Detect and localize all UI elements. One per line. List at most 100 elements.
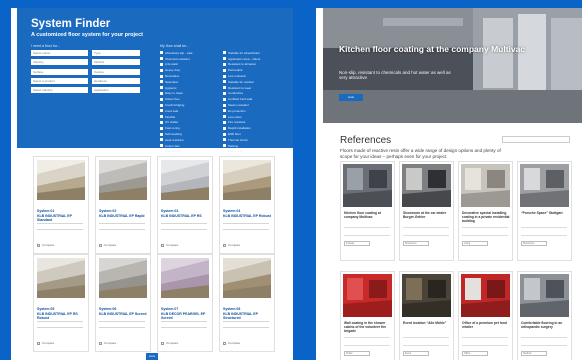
finder-select[interactable]: Hardness	[92, 77, 140, 84]
reference-card[interactable]: Office of a premium pet food retailer Off…	[458, 271, 513, 360]
checkbox-icon[interactable]	[160, 68, 163, 72]
reference-image[interactable]	[461, 164, 510, 207]
product-image[interactable]	[223, 258, 271, 298]
compare-checkbox[interactable]: Compare	[223, 243, 240, 247]
product-image[interactable]	[37, 160, 85, 200]
checkbox-icon[interactable]	[223, 57, 226, 61]
product-card[interactable]: System 07 KLB DECOR PEARGEL EP Screed Comp…	[157, 254, 213, 352]
product-name[interactable]: KLB INDUSTRIAL EP Rapid	[99, 214, 147, 218]
product-card[interactable]: System 04 KLB INDUSTRIAL EP Robust Compare	[219, 156, 275, 254]
reference-title[interactable]: Kitchen floor coating at company Multiva…	[344, 211, 393, 219]
checkbox-icon[interactable]	[160, 57, 163, 61]
checkbox-icon[interactable]	[160, 126, 163, 130]
checkbox-icon[interactable]	[160, 132, 163, 136]
checkbox-icon[interactable]	[99, 341, 102, 345]
checkbox-icon[interactable]	[223, 120, 226, 124]
checkbox-icon[interactable]	[223, 97, 226, 101]
reference-tag[interactable]: Event	[403, 351, 429, 356]
reference-image[interactable]	[402, 274, 451, 317]
reference-tag[interactable]: Medical	[521, 351, 547, 356]
checkbox-icon[interactable]	[160, 91, 163, 95]
product-image[interactable]	[161, 160, 209, 200]
checkbox-icon[interactable]	[160, 103, 163, 107]
checkbox-icon[interactable]	[223, 138, 226, 142]
reference-tag[interactable]: Industry	[344, 241, 370, 246]
product-name[interactable]: KLB INDUSTRIAL EP RS Robust	[37, 312, 85, 320]
checkbox-icon[interactable]	[161, 341, 164, 345]
checkbox-icon[interactable]	[223, 115, 226, 119]
finder-select[interactable]: Select option	[31, 50, 88, 56]
product-card[interactable]: System 08 KLB INDUSTRIAL EP Structured Com…	[219, 254, 275, 352]
product-card[interactable]: System 02 KLB INDUSTRIAL EP Rapid Compare	[95, 156, 151, 254]
compare-checkbox[interactable]: Compare	[161, 243, 178, 247]
checkbox-icon[interactable]	[223, 243, 226, 247]
reference-image[interactable]	[402, 164, 451, 207]
checkbox-icon[interactable]	[223, 51, 226, 55]
product-name[interactable]: KLB INDUSTRIAL EP Robust	[223, 214, 271, 218]
checkbox-icon[interactable]	[160, 51, 163, 55]
checkbox-icon[interactable]	[223, 144, 226, 148]
finder-select[interactable]: Industry	[31, 59, 88, 66]
reference-image[interactable]	[520, 164, 569, 207]
finder-select[interactable]: Surface	[31, 68, 88, 75]
checkbox-icon[interactable]	[160, 115, 163, 119]
checkbox-icon[interactable]	[223, 80, 226, 84]
finder-select[interactable]: Texture	[92, 68, 140, 75]
checkbox-icon[interactable]	[160, 86, 163, 90]
checkbox-icon[interactable]	[160, 62, 163, 66]
reference-card[interactable]: Comfortable flooring in an orthopaedic s…	[517, 271, 572, 360]
reference-image[interactable]	[461, 274, 510, 317]
finder-select[interactable]: Type	[92, 50, 140, 56]
more-button[interactable]: more	[146, 353, 158, 360]
reference-card[interactable]: Decorative special installing coating in…	[458, 161, 513, 261]
checkbox-icon[interactable]	[223, 132, 226, 136]
checkbox-icon[interactable]	[160, 97, 163, 101]
compare-checkbox[interactable]: Compare	[223, 341, 240, 345]
reference-title[interactable]: Event location “Alte Mühle”	[403, 321, 452, 325]
product-image[interactable]	[37, 258, 85, 298]
compare-checkbox[interactable]: Compare	[161, 341, 178, 345]
checkbox-icon[interactable]	[99, 243, 102, 247]
checkbox-icon[interactable]	[37, 341, 40, 345]
checkbox-icon[interactable]	[223, 103, 226, 107]
reference-card[interactable]: Event location “Alte Mühle” Event	[399, 271, 454, 360]
reference-tag[interactable]: Public	[344, 351, 370, 356]
reference-title[interactable]: Decorative special installing coating in…	[462, 211, 511, 223]
finder-select[interactable]: Method	[92, 59, 140, 66]
finder-select[interactable]: Select industry	[31, 87, 88, 94]
product-name[interactable]: KLB INDUSTRIAL EP Screed	[99, 312, 147, 316]
product-image[interactable]	[99, 258, 147, 298]
reference-tag[interactable]: Office	[462, 351, 488, 356]
checkbox-icon[interactable]	[223, 74, 226, 78]
checkbox-icon[interactable]	[160, 109, 163, 113]
product-image[interactable]	[161, 258, 209, 298]
checkbox-icon[interactable]	[223, 126, 226, 130]
checkbox-icon[interactable]	[223, 341, 226, 345]
reference-title[interactable]: Wall coating in the shower cabins of the…	[344, 321, 393, 333]
checkbox-icon[interactable]	[160, 80, 163, 84]
checkbox-icon[interactable]	[160, 149, 163, 153]
reference-image[interactable]	[343, 274, 392, 317]
checkbox-icon[interactable]	[160, 144, 163, 148]
checkbox-icon[interactable]	[223, 62, 226, 66]
checkbox-icon[interactable]	[223, 86, 226, 90]
product-card[interactable]: System 06 KLB INDUSTRIAL EP Screed Compare	[95, 254, 151, 352]
reference-tag[interactable]: Showroom	[521, 241, 547, 246]
product-name[interactable]: KLB INDUSTRIAL EP Standard	[37, 214, 85, 222]
reference-title[interactable]: Office of a premium pet food retailer	[462, 321, 511, 329]
hero-more-button[interactable]: more	[339, 94, 363, 101]
product-card[interactable]: System 03 KLB INDUSTRIAL EP RS Compare	[157, 156, 213, 254]
product-name[interactable]: KLB DECOR PEARGEL EP Screed	[161, 312, 209, 320]
reference-tag[interactable]: Showroom	[403, 241, 429, 246]
compare-checkbox[interactable]: Compare	[99, 341, 116, 345]
checkbox-icon[interactable]	[223, 91, 226, 95]
checkbox-icon[interactable]	[223, 149, 226, 153]
reference-tag[interactable]: Living	[462, 241, 488, 246]
compare-checkbox[interactable]: Compare	[37, 243, 54, 247]
product-name[interactable]: KLB INDUSTRIAL EP Structured	[223, 312, 271, 320]
compare-checkbox[interactable]: Compare	[99, 243, 116, 247]
product-name[interactable]: KLB INDUSTRIAL EP RS	[161, 214, 209, 218]
compare-checkbox[interactable]: Compare	[37, 341, 54, 345]
finder-select[interactable]: Application	[92, 87, 140, 94]
checkbox-icon[interactable]	[37, 243, 40, 247]
